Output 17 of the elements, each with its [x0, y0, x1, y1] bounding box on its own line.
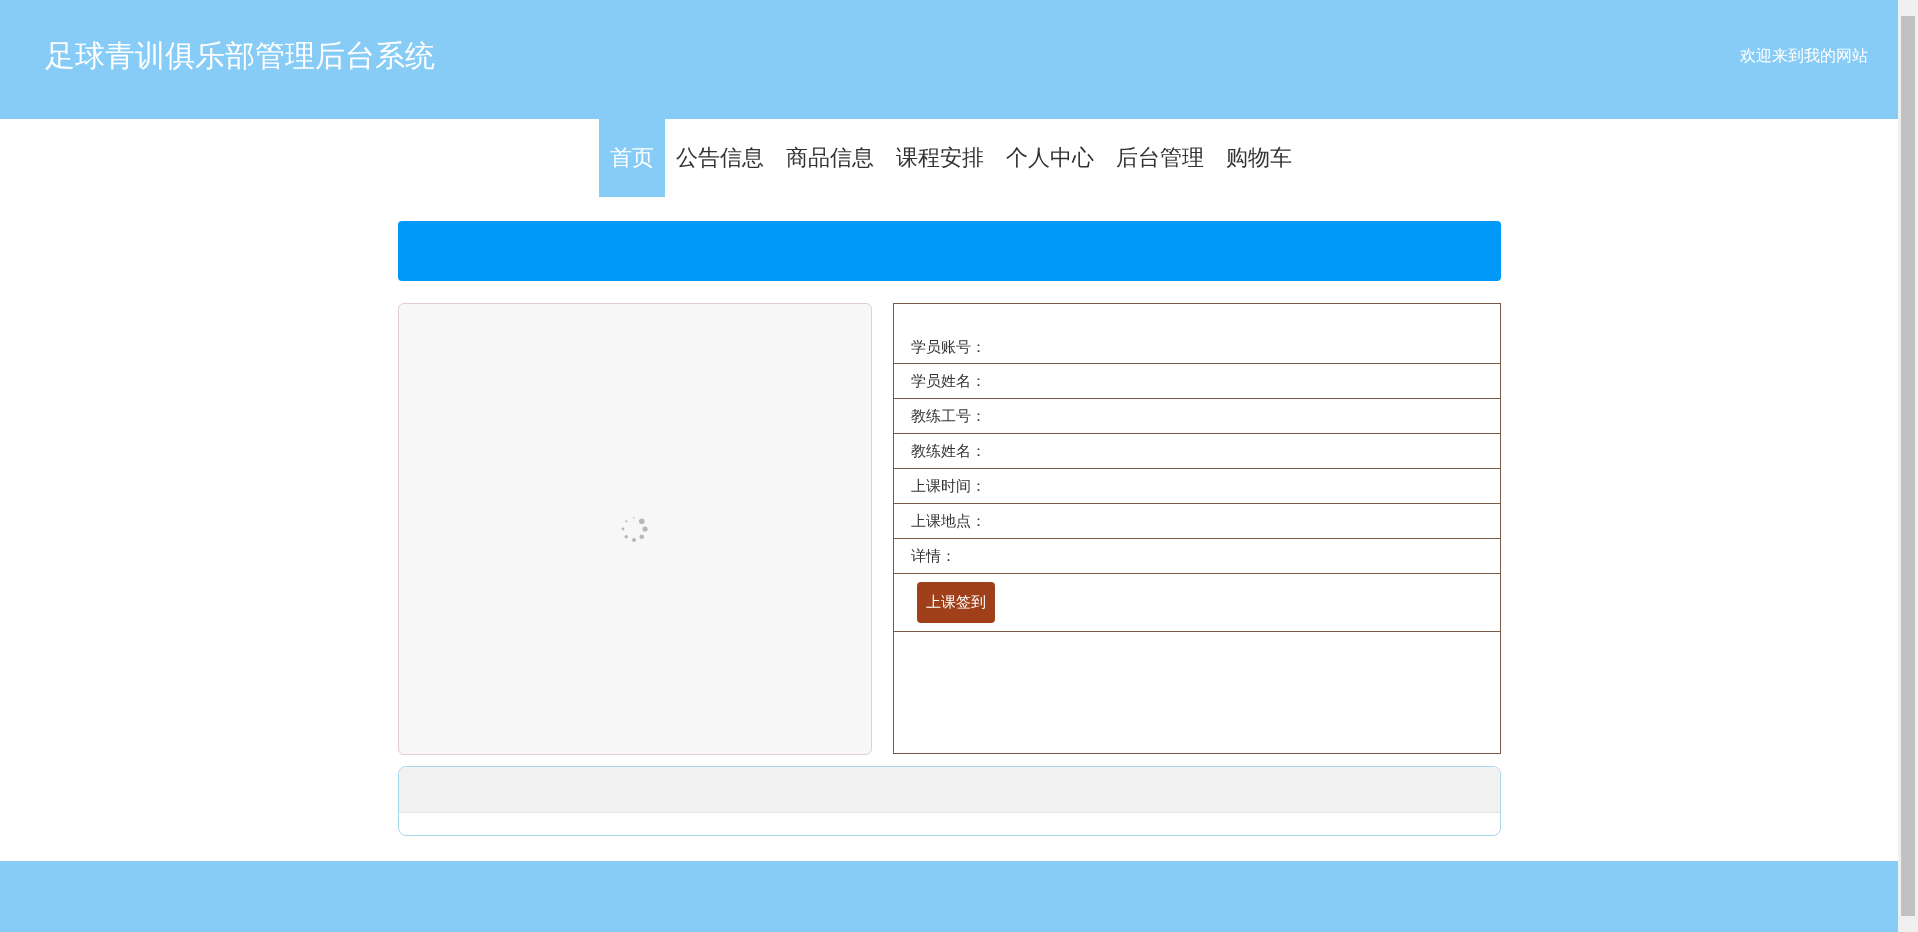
field-label: 上课时间：: [910, 476, 986, 496]
field-label: 详情：: [910, 546, 956, 566]
nav-tab[interactable]: 课程安排: [885, 119, 995, 197]
check-in-button[interactable]: 上课签到: [916, 582, 995, 623]
nav-tab[interactable]: 后台管理: [1105, 119, 1215, 197]
field-label: 上课地点：: [910, 511, 986, 531]
nav-tab[interactable]: 公告信息: [665, 119, 775, 197]
nav-tab[interactable]: 商品信息: [775, 119, 885, 197]
welcome-text: 欢迎来到我的网站: [1740, 46, 1868, 67]
nav-tab[interactable]: 购物车: [1215, 119, 1303, 197]
field-label: 教练姓名：: [910, 441, 986, 461]
site-title: 足球青训俱乐部管理后台系统: [45, 37, 435, 75]
field-label: 学员账号：: [910, 338, 986, 357]
scrollbar[interactable]: [1898, 0, 1918, 932]
field-label: 学员姓名：: [910, 371, 986, 391]
nav-tab[interactable]: 个人中心: [995, 119, 1105, 197]
field-label: 教练工号：: [910, 406, 986, 426]
